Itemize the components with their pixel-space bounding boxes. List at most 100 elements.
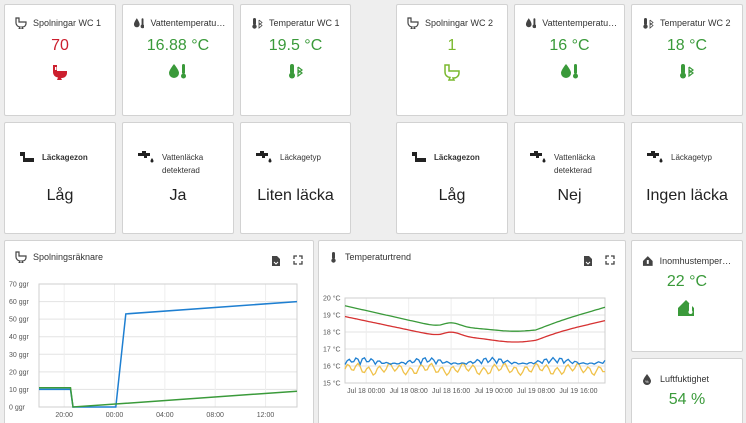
flush-count-value: 70 [51,37,69,54]
leak-detected-value: Nej [557,187,582,204]
toilet-icon [15,251,27,263]
y-tick-label: 20 ggr [9,369,30,376]
x-tick-label: 08:00 [206,412,224,419]
tile-label: Luftfuktighet [660,374,710,384]
faucet-leak-icon [256,151,272,163]
humidity-icon: % [643,374,651,385]
tile-leak-detected-1[interactable]: Vattenläcka detekterad Ja [122,122,234,234]
tile-label: Läckagezon [434,152,480,162]
x-tick-label: Jul 19 00:00 [474,388,512,395]
tile-label: Vattenläcka detekterad [554,151,595,177]
label-line: Vattenläcka [554,153,596,162]
svg-text:%: % [645,379,649,384]
chart-title: Spolningsräknare [33,252,104,262]
y-tick-label: 30 ggr [9,352,30,359]
tile-label: Vattentemperatur … [150,18,227,28]
y-tick-label: 20 °C [323,295,341,303]
y-tick-label: 19 °C [323,312,341,320]
thermometer-bluetooth-icon [680,64,694,79]
leak-detected-value: Ja [169,187,187,204]
y-tick-label: 70 ggr [9,282,30,289]
fullscreen-icon[interactable] [293,255,303,265]
thermometer-bluetooth-icon [252,18,263,29]
y-tick-label: 60 ggr [9,299,30,306]
tile-label: Spolningar WC 2 [425,18,494,28]
y-tick-label: 0 ggr [9,405,26,412]
flush-counter-chart: 70 ggr 60 ggr 50 ggr 40 ggr 30 ggr 20 ggr 10 g… [9,282,298,419]
leak-zone-value: Låg [438,187,466,204]
tile-watertemp-wc2[interactable]: Vattentemperatur … 16 °C [514,4,625,116]
tile-leak-zone-1[interactable]: Läckagezon Låg [4,122,116,234]
fullscreen-icon[interactable] [605,255,615,265]
y-tick-label: 50 ggr [9,317,30,324]
tile-watertemp-wc1[interactable]: Vattentemperatur … 16.88 °C [122,4,234,116]
flush-count-value: 1 [447,37,457,54]
x-tick-label: Jul 19 08:00 [517,388,555,395]
tile-humidity[interactable]: % Luftfuktighet 54 % [631,358,743,423]
plot-frame [38,283,298,408]
series-line-red [344,315,606,343]
series-line-green [344,305,606,332]
faucet-leak-icon [647,151,663,163]
x-tick-label: 20:00 [55,412,73,419]
toilet-icon [407,17,419,29]
tile-label: Inomhustemperat… [659,256,736,266]
tile-leak-type-2[interactable]: Läckagetyp Ingen läcka [631,122,743,234]
water-temp-value: 16.88 °C [146,37,210,54]
water-thermometer-icon [133,18,145,29]
water-thermometer-icon [525,18,537,29]
tile-temp-wc2[interactable]: Temperatur WC 2 18 °C [631,4,743,116]
tile-label: Läckagetyp [280,152,321,162]
toilet-icon [53,65,67,80]
export-file-icon[interactable] [583,255,593,267]
faucet-leak-icon [138,151,154,163]
tile-label: Läckagezon [42,152,88,162]
label-line: detekterad [554,166,592,175]
pipe-icon [412,152,426,162]
leak-type-value: Liten läcka [257,187,334,204]
x-tick-label: 12:00 [257,412,275,419]
label-line: detekterad [162,166,200,175]
y-tick-label: 40 ggr [9,334,30,341]
tile-label: Vattentemperatur … [542,18,618,28]
toilet-icon [444,64,460,81]
temperature-trend-chart: 20 °C 19 °C 18 °C 17 °C 16 °C 15 °C Jul 18 00:… [323,295,606,395]
tile-flush-wc2[interactable]: Spolningar WC 2 1 [396,4,508,116]
temperature-value: 19.5 °C [268,37,323,54]
water-temp-value: 16 °C [549,37,590,54]
leak-zone-value: Låg [46,187,74,204]
pipe-icon [20,152,34,162]
tile-indoor-temp[interactable]: Inomhustemperat… 22 °C [631,240,743,352]
y-tick-label: 18 °C [323,329,341,337]
thermometer-bluetooth-icon [288,64,303,79]
tile-label: Läckagetyp [671,152,712,162]
water-thermometer-icon [560,64,578,79]
chart-card-flush-counter: Spolningsräknare 70 ggr 60 ggr 50 ggr 40 gg… [4,240,314,423]
temperature-value: 18 °C [666,37,708,54]
tile-label: Temperatur WC 1 [269,18,340,28]
toilet-icon [15,17,27,29]
series-line-1 [39,386,298,408]
home-thermometer-icon [642,256,653,266]
tile-temp-wc1[interactable]: Temperatur WC 1 19.5 °C [240,4,351,116]
home-thermometer-icon [678,300,694,316]
tile-leak-zone-2[interactable]: Läckagezon Låg [396,122,508,234]
tile-label: Vattenläcka detekterad [162,151,203,177]
humidity-value: 54 % [668,391,706,408]
tile-label: Temperatur WC 2 [660,18,731,28]
leak-type-value: Ingen läcka [646,187,728,204]
thermometer-bluetooth-icon [643,18,654,29]
chart-card-temperature-trend: Temperaturtrend 20 °C 19 °C 18 °C 17 °C 16 °… [318,240,626,423]
label-line: Vattenläcka [162,153,204,162]
tile-label: Spolningar WC 1 [33,18,102,28]
x-tick-label: Jul 19 16:00 [559,388,597,395]
faucet-leak-icon [530,151,546,163]
x-tick-label: Jul 18 00:00 [347,388,385,395]
thermometer-icon [331,252,336,263]
tile-flush-wc1[interactable]: Spolningar WC 1 70 [4,4,116,116]
export-file-icon[interactable] [271,255,281,267]
tile-leak-type-1[interactable]: Läckagetyp Liten läcka [240,122,351,234]
indoor-temp-value: 22 °C [666,273,708,290]
series-line-yellow [344,362,605,377]
tile-leak-detected-2[interactable]: Vattenläcka detekterad Nej [514,122,625,234]
